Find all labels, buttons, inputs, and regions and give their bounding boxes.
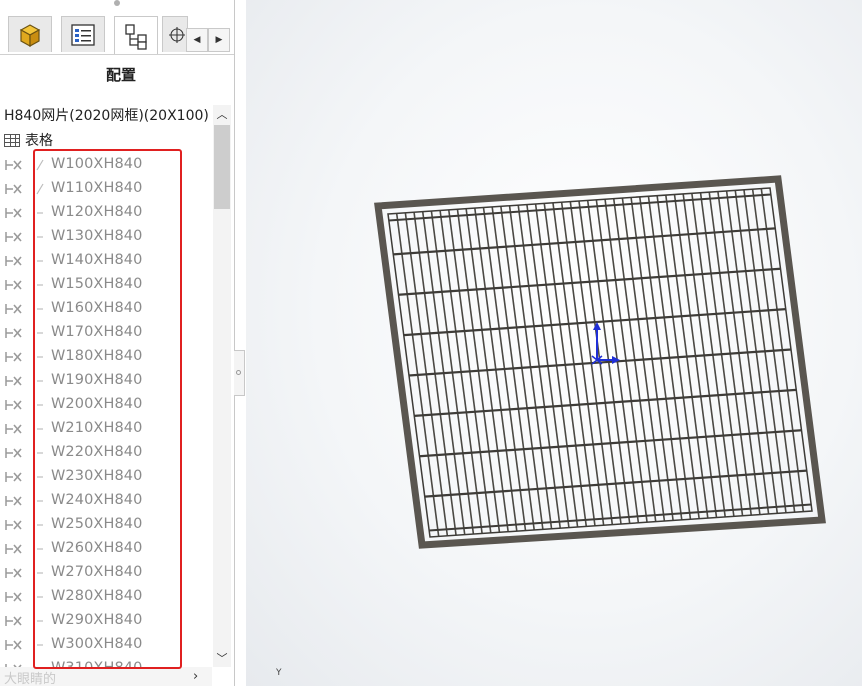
configuration-suppressed-icon — [5, 352, 22, 362]
configuration-suppressed-icon — [5, 280, 22, 290]
grip-icon — [236, 370, 241, 375]
configuration-suppressed-icon — [5, 568, 22, 578]
configuration-suppressed-icon — [5, 208, 22, 218]
configuration-suppressed-icon — [5, 472, 22, 482]
configuration-suppressed-icon — [5, 256, 22, 266]
grating-cross-bar — [419, 429, 802, 458]
scroll-down-icon[interactable]: ﹀ — [213, 649, 231, 667]
configuration-suppressed-icon — [5, 640, 22, 650]
configuration-suppressed-icon — [5, 592, 22, 602]
grating-panel-model[interactable] — [246, 0, 862, 686]
configuration-suppressed-icon — [5, 616, 22, 626]
panel-collapse-handle[interactable] — [234, 350, 245, 396]
watermark: 大眼睛的 — [4, 672, 57, 686]
highlight-annotation-box — [33, 149, 182, 669]
configuration-suppressed-icon — [5, 496, 22, 506]
tab-property-manager[interactable] — [61, 16, 105, 52]
tab-dimxpert[interactable] — [162, 16, 188, 52]
configuration-suppressed-icon — [5, 520, 22, 530]
panel-title: 配置 — [105, 66, 136, 84]
configuration-suppressed-icon — [5, 400, 22, 410]
table-icon — [4, 133, 20, 147]
grating-cross-bar — [393, 227, 776, 256]
configuration-root-node[interactable]: H840网片(2020网框)(20X100) — [4, 105, 214, 125]
tab-feature-manager[interactable] — [8, 16, 52, 52]
scroll-up-icon[interactable]: ︿ — [213, 105, 231, 123]
grating-cross-bar — [414, 388, 797, 417]
dimxpert-icon — [169, 26, 185, 43]
panel-resize-handle[interactable] — [114, 0, 120, 6]
tree-vertical-scrollbar[interactable]: ︿ ﹀ — [213, 105, 231, 667]
configuration-suppressed-icon — [5, 376, 22, 386]
tab-configuration-manager[interactable] — [114, 16, 158, 54]
scroll-right-icon[interactable]: › — [193, 669, 198, 684]
view-triad-label: Y — [276, 668, 282, 678]
configuration-suppressed-icon — [5, 232, 22, 242]
configuration-suppressed-icon — [5, 424, 22, 434]
configuration-suppressed-icon — [5, 304, 22, 314]
tab-scroll-arrows: ◀ ▶ — [186, 28, 234, 52]
scrollbar-thumb[interactable] — [214, 125, 230, 209]
tables-folder[interactable]: 表格 — [4, 130, 53, 150]
grating-cross-bar — [398, 267, 781, 296]
configuration-suppressed-icon — [5, 328, 22, 338]
configuration-suppressed-icon — [5, 160, 22, 170]
part-icon — [19, 23, 41, 47]
tab-scroll-left-button[interactable]: ◀ — [186, 28, 208, 52]
configuration-manager-icon — [125, 23, 147, 50]
axis-x-arrow — [612, 356, 620, 364]
tab-scroll-right-button[interactable]: ▶ — [208, 28, 230, 52]
configuration-suppressed-icon — [5, 448, 22, 458]
property-manager-icon — [71, 23, 95, 46]
tables-folder-label: 表格 — [25, 133, 53, 149]
configuration-suppressed-icon — [5, 544, 22, 554]
grating-cross-bar — [403, 308, 786, 337]
graphics-area[interactable] — [246, 0, 862, 686]
grating-cross-bar — [424, 469, 807, 498]
configuration-suppressed-icon — [5, 184, 22, 194]
